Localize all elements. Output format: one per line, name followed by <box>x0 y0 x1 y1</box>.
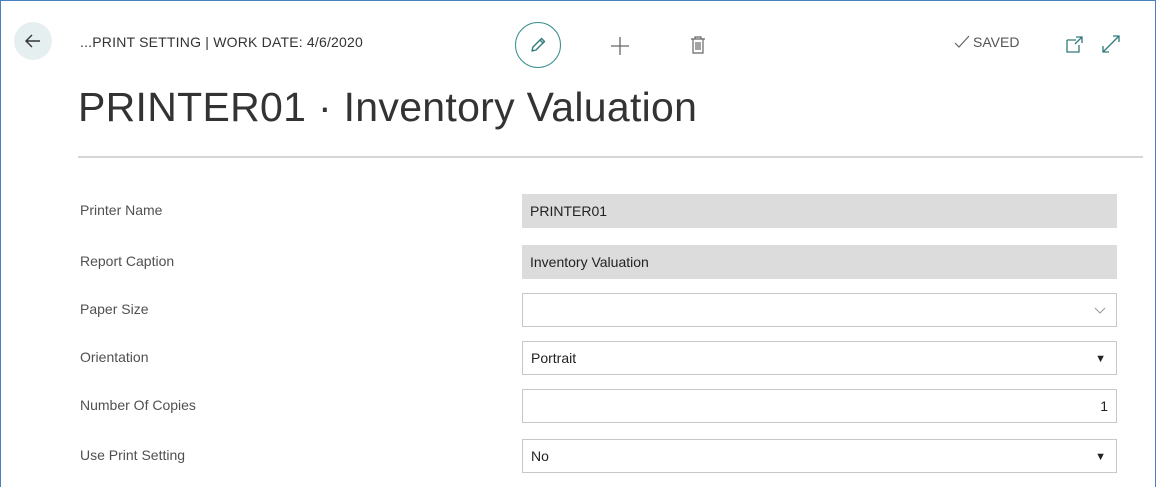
back-button[interactable] <box>14 22 52 60</box>
field-row-use-print-setting: Use Print Setting No ▼ <box>0 437 1156 475</box>
edit-button[interactable] <box>515 22 561 68</box>
chevron-down-icon <box>1094 307 1106 314</box>
number-of-copies-label: Number Of Copies <box>80 397 196 413</box>
field-row-orientation: Orientation Portrait ▼ <box>0 339 1156 377</box>
field-row-paper-size: Paper Size <box>0 291 1156 329</box>
pencil-icon <box>531 37 546 52</box>
caret-down-icon: ▼ <box>1095 353 1106 365</box>
orientation-value: Portrait <box>531 350 577 366</box>
use-print-setting-value: No <box>531 448 549 464</box>
saved-status: SAVED <box>954 34 1019 50</box>
report-caption-field[interactable]: Inventory Valuation <box>522 245 1117 279</box>
paper-size-dropdown[interactable] <box>522 293 1117 327</box>
report-caption-value: Inventory Valuation <box>530 254 649 270</box>
printer-name-field[interactable]: PRINTER01 <box>522 194 1117 228</box>
printer-name-label: Printer Name <box>80 202 163 218</box>
report-caption-label: Report Caption <box>80 253 175 269</box>
breadcrumb: ...PRINT SETTING | WORK DATE: 4/6/2020 <box>80 34 364 50</box>
trash-icon <box>691 36 705 54</box>
orientation-select[interactable]: Portrait ▼ <box>522 341 1117 375</box>
field-row-printer-name: Printer Name PRINTER01 <box>0 192 1156 230</box>
paper-size-label: Paper Size <box>80 301 149 317</box>
number-of-copies-input[interactable]: 1 <box>522 389 1117 423</box>
field-row-report-caption: Report Caption Inventory Valuation <box>0 243 1156 281</box>
checkmark-icon <box>954 35 970 48</box>
use-print-setting-label: Use Print Setting <box>80 447 186 463</box>
field-row-number-of-copies: Number Of Copies 1 <box>0 387 1156 425</box>
expand-icon[interactable] <box>1100 33 1122 55</box>
printer-name-value: PRINTER01 <box>530 203 608 219</box>
plus-icon <box>611 37 629 55</box>
new-button[interactable] <box>606 32 634 60</box>
use-print-setting-select[interactable]: No ▼ <box>522 439 1117 473</box>
number-of-copies-value: 1 <box>1100 398 1108 414</box>
saved-status-label: SAVED <box>973 34 1020 50</box>
arrow-left-icon <box>25 34 40 48</box>
orientation-label: Orientation <box>80 349 149 365</box>
delete-button[interactable] <box>684 31 712 59</box>
caret-down-icon: ▼ <box>1095 451 1106 463</box>
page-title: PRINTER01 · Inventory Valuation <box>78 84 698 130</box>
title-divider <box>78 156 1143 158</box>
open-new-window-icon[interactable] <box>1064 33 1086 55</box>
